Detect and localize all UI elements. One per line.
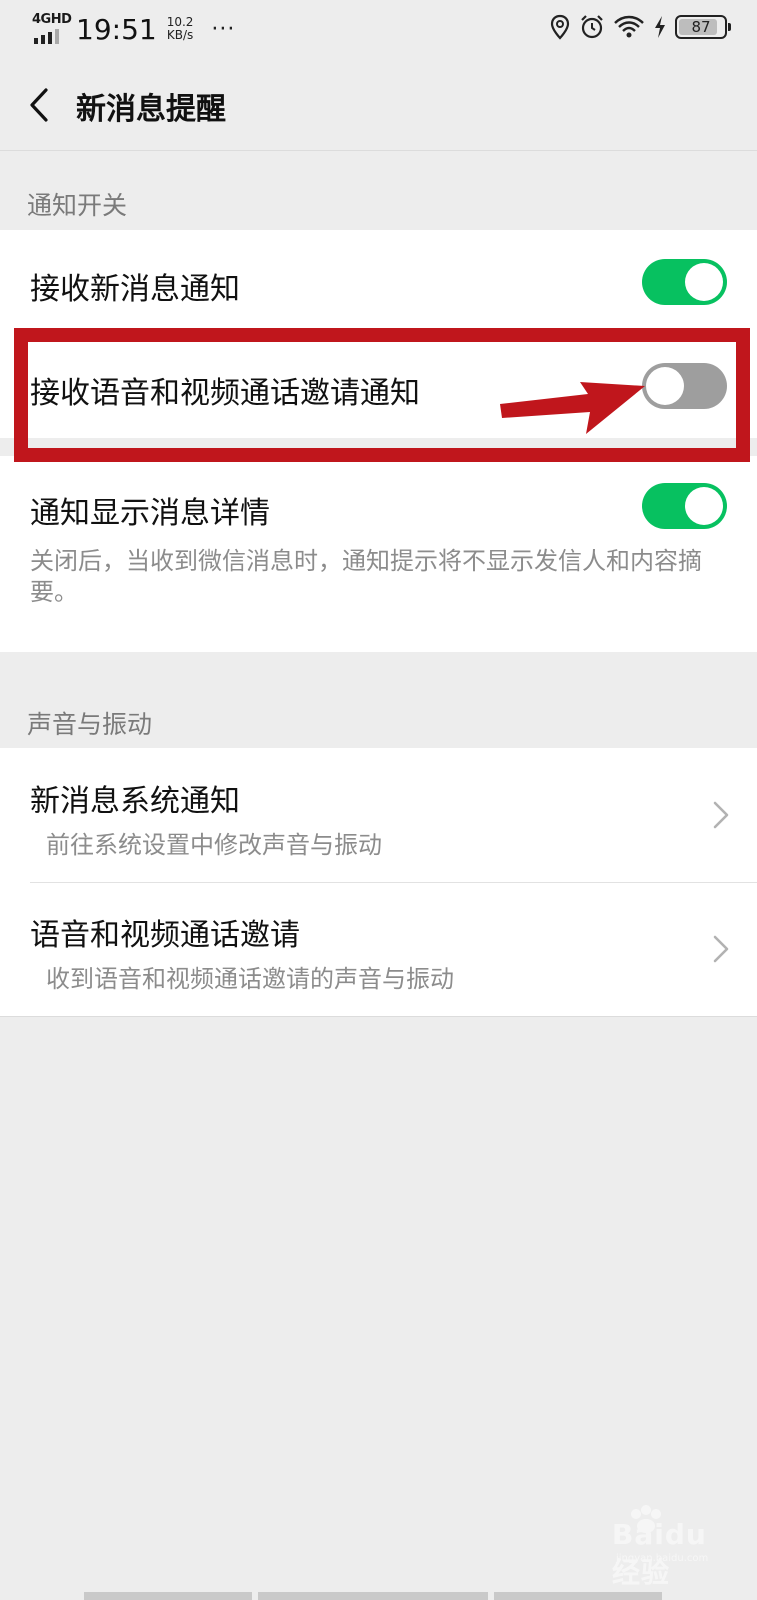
- charging-icon: [655, 16, 665, 38]
- row-label: 通知显示消息详情: [30, 496, 270, 531]
- alarm-icon: [581, 15, 603, 39]
- network-indicator: 4GHD: [32, 12, 72, 46]
- nav-bar: 新消息提醒: [0, 60, 757, 151]
- row-label: 接收新消息通知: [30, 272, 240, 307]
- page-title: 新消息提醒: [76, 92, 226, 127]
- row-voice-video-sound[interactable]: 语音和视频通话邀请 收到语音和视频通话邀请的声音与振动: [0, 882, 757, 1016]
- location-icon: [550, 14, 570, 40]
- chevron-right-icon: [713, 935, 729, 963]
- toggle-knob: [646, 367, 684, 405]
- group-bottom-border: [0, 1016, 757, 1017]
- section-title-notify: 通知开关: [27, 191, 128, 220]
- sound-group: 新消息系统通知 前往系统设置中修改声音与振动 语音和视频通话邀请 收到语音和视频…: [0, 748, 757, 1016]
- baidu-watermark: Baidu经验 jingyan.baidu.com: [582, 1505, 732, 1589]
- back-arrow-icon[interactable]: [22, 82, 62, 128]
- battery-icon: 87: [675, 15, 731, 39]
- chevron-right-icon: [713, 801, 729, 829]
- more-notifications-icon: ···: [211, 16, 236, 42]
- speed-unit: KB/s: [166, 28, 194, 42]
- status-right: 87: [549, 14, 731, 40]
- status-bar: 4GHD 19:51 10.2 KB/s ··· 87: [0, 0, 757, 60]
- toggle-knob: [685, 263, 723, 301]
- show-message-details-toggle[interactable]: [642, 483, 727, 529]
- network-speed: 10.2 KB/s: [167, 16, 194, 42]
- row-description: 收到语音和视频通话邀请的声音与振动: [46, 965, 454, 993]
- row-system-notification[interactable]: 新消息系统通知 前往系统设置中修改声音与振动: [0, 748, 757, 882]
- row-show-message-details[interactable]: 通知显示消息详情 关闭后，当收到微信消息时，通知提示将不显示发信人和内容摘要。: [0, 456, 757, 652]
- row-label: 语音和视频通话邀请: [30, 918, 300, 953]
- signal-bars-icon: [34, 29, 59, 44]
- battery-level: 87: [691, 18, 711, 36]
- bottom-bar-segment: [84, 1592, 252, 1600]
- row-description: 关闭后，当收到微信消息时，通知提示将不显示发信人和内容摘要。: [30, 547, 702, 606]
- row-description: 前往系统设置中修改声音与振动: [46, 831, 382, 859]
- section-title-sound: 声音与振动: [27, 710, 153, 739]
- toggle-knob: [685, 487, 723, 525]
- network-type: 4GHD: [32, 12, 72, 27]
- voice-video-invite-toggle[interactable]: [642, 363, 727, 409]
- bottom-bar-segment: [258, 1592, 488, 1600]
- status-left: 4GHD 19:51 10.2 KB/s ···: [32, 12, 235, 46]
- receive-new-message-toggle[interactable]: [642, 259, 727, 305]
- wifi-icon: [614, 15, 644, 38]
- row-label: 接收语音和视频通话邀请通知: [30, 376, 420, 411]
- watermark-url: jingyan.baidu.com: [616, 1553, 709, 1564]
- annotation-arrow-icon: [500, 382, 645, 434]
- bottom-bars: [84, 1592, 662, 1600]
- row-receive-new-message[interactable]: 接收新消息通知: [0, 230, 757, 334]
- bottom-bar-segment: [494, 1592, 662, 1600]
- status-time: 19:51: [76, 12, 157, 46]
- row-label: 新消息系统通知: [30, 784, 240, 819]
